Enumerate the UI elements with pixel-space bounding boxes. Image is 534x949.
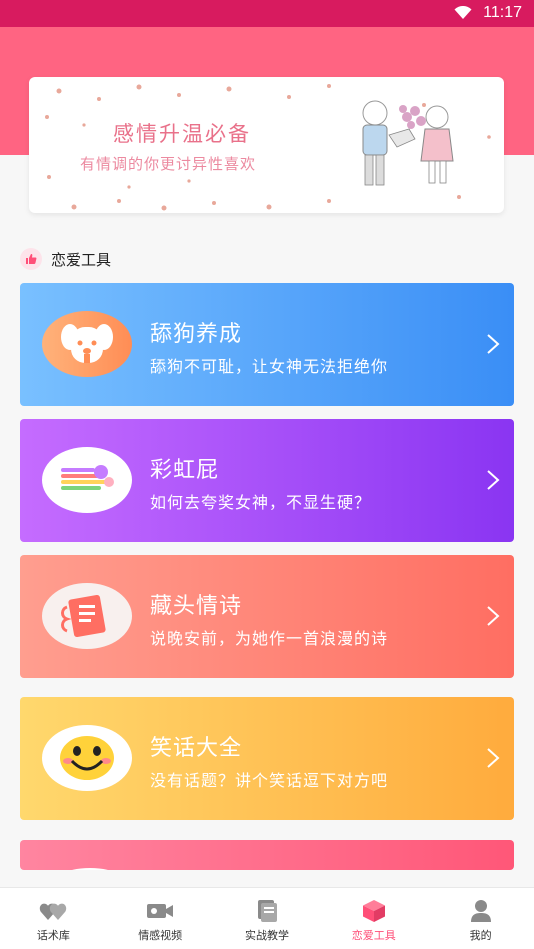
status-bar: 11:17 xyxy=(0,0,534,27)
tool-card-jokes[interactable]: 笑话大全 没有话题？讲个笑话逗下对方吧 xyxy=(20,697,514,820)
card-title: 笑话大全 xyxy=(150,736,243,761)
poem-card-icon xyxy=(42,583,132,649)
section-header: 恋爱工具 xyxy=(20,247,111,271)
dog-face-icon xyxy=(42,311,132,377)
card-subtitle: 如何去夸奖女神，不显生硬？ xyxy=(150,493,372,512)
tab-label: 我的 xyxy=(469,929,492,942)
video-camera-icon xyxy=(146,899,174,923)
tab-mine[interactable]: 我的 xyxy=(427,888,534,949)
tab-videos[interactable]: 情感视频 xyxy=(107,888,214,949)
tab-label: 话术库 xyxy=(36,929,70,942)
card-subtitle: 没有话题？讲个笑话逗下对方吧 xyxy=(150,771,389,790)
book-icon xyxy=(253,899,281,923)
card-icon-partial xyxy=(72,868,108,870)
rainbow-stripes-icon xyxy=(42,447,132,513)
tool-card-licking-dog[interactable]: 舔狗养成 舔狗不可耻，让女神无法拒绝你 xyxy=(20,283,514,406)
person-icon xyxy=(467,899,495,923)
card-title: 彩虹屁 xyxy=(150,458,220,483)
smiley-face-icon xyxy=(42,725,132,791)
tool-card-partial[interactable] xyxy=(20,840,514,870)
banner-title: 感情升温必备 xyxy=(113,122,251,146)
section-title: 恋爱工具 xyxy=(51,250,112,269)
wifi-icon xyxy=(454,6,472,19)
gift-box-icon xyxy=(360,899,388,923)
tab-love-tools[interactable]: 恋爱工具 xyxy=(320,888,427,949)
thumbs-up-icon xyxy=(20,248,42,270)
hearts-icon xyxy=(39,899,67,923)
tab-tutorials[interactable]: 实战教学 xyxy=(214,888,321,949)
bottom-tab-bar: 话术库 情感视频 实战教学 恋爱工具 我的 xyxy=(0,887,534,949)
card-title: 藏头情诗 xyxy=(150,594,243,619)
tool-card-rainbow-compliments[interactable]: 彩虹屁 如何去夸奖女神，不显生硬？ xyxy=(20,419,514,542)
banner-subtitle: 有情调的你更讨异性喜欢 xyxy=(80,155,257,173)
couple-illustration xyxy=(362,100,454,186)
chevron-right-icon xyxy=(487,334,500,354)
tab-label: 情感视频 xyxy=(138,929,183,942)
card-subtitle: 说晚安前，为她作一首浪漫的诗 xyxy=(150,629,389,648)
card-title: 舔狗养成 xyxy=(150,322,243,347)
chevron-right-icon xyxy=(487,748,500,768)
promo-banner[interactable]: 感情升温必备 有情调的你更讨异性喜欢 xyxy=(29,77,504,213)
tool-card-acrostic-poem[interactable]: 藏头情诗 说晚安前，为她作一首浪漫的诗 xyxy=(20,555,514,678)
tab-label: 实战教学 xyxy=(244,929,289,942)
tab-label: 恋爱工具 xyxy=(351,929,396,942)
chevron-right-icon xyxy=(487,470,500,490)
card-subtitle: 舔狗不可耻，让女神无法拒绝你 xyxy=(150,357,389,376)
status-time: 11:17 xyxy=(483,4,522,21)
chevron-right-icon xyxy=(487,606,500,626)
tab-phrases[interactable]: 话术库 xyxy=(0,888,107,949)
